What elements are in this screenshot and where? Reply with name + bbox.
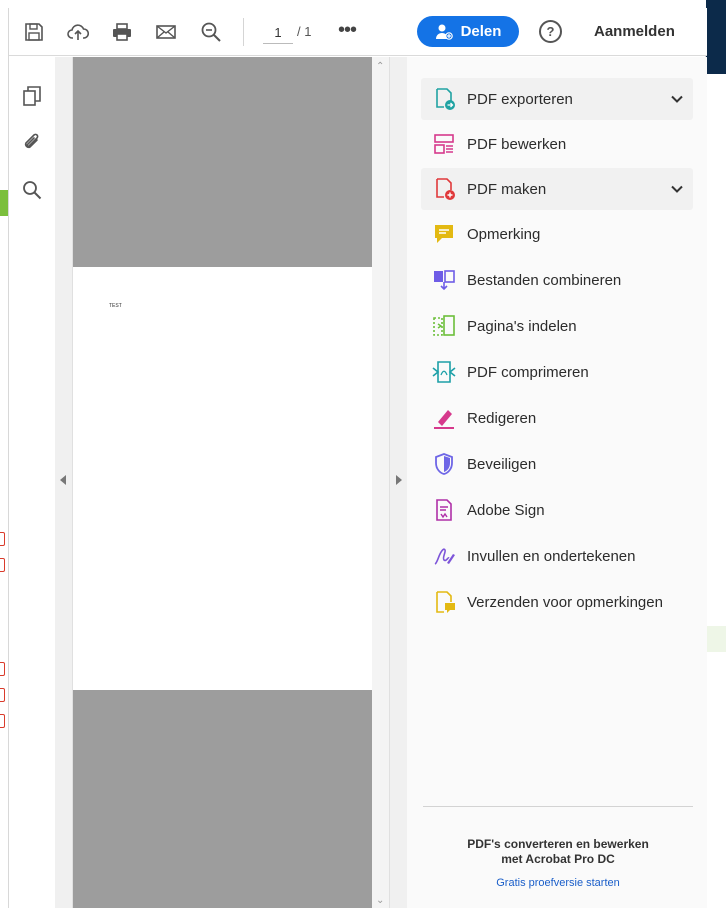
tool-item[interactable]: Adobe Sign (421, 489, 693, 531)
tool-label: Pagina's indelen (467, 317, 577, 335)
page-total: / 1 (297, 24, 312, 39)
help-icon[interactable]: ? (539, 20, 562, 43)
page-number-input[interactable] (263, 22, 293, 44)
tool-item[interactable]: Pagina's indelen (421, 305, 693, 347)
collapse-left-panel[interactable] (55, 57, 73, 908)
page-gap-top (73, 57, 372, 267)
chevron-right-icon[interactable] (396, 475, 402, 485)
pdf-page[interactable]: TEST (73, 267, 372, 690)
comment-icon (431, 221, 457, 247)
pages-icon[interactable] (19, 83, 45, 109)
promo-line-2: met Acrobat Pro DC (501, 852, 615, 866)
tool-item[interactable]: PDF maken (421, 168, 693, 210)
tool-item[interactable]: Invullen en ondertekenen (421, 535, 693, 577)
tool-label: PDF maken (467, 180, 547, 198)
sign-in-button[interactable]: Aanmelden (594, 23, 675, 40)
attachment-icon[interactable] (19, 129, 45, 155)
tool-item[interactable]: Bestanden combineren (421, 259, 693, 301)
combine-files-icon (431, 267, 457, 293)
background-highlight-row (706, 626, 726, 652)
tool-item[interactable]: Beveiligen (421, 443, 693, 485)
print-icon[interactable] (109, 20, 135, 44)
background-pdf-icon (0, 714, 5, 728)
chevron-left-icon[interactable] (60, 475, 66, 485)
page-canvas[interactable]: TEST (73, 57, 372, 908)
background-pdf-icon (0, 662, 5, 676)
protect-shield-icon (431, 451, 457, 477)
page-text: TEST (109, 303, 122, 309)
tool-item[interactable]: Opmerking (421, 213, 693, 255)
pdf-create-icon (431, 176, 457, 202)
tool-label: PDF comprimeren (467, 363, 589, 381)
compress-pdf-icon (431, 359, 457, 385)
scroll-up-icon[interactable]: ⌃ (376, 61, 384, 72)
toolbar-separator (243, 18, 244, 46)
tool-label: Invullen en ondertekenen (467, 547, 636, 565)
tool-label: Verzenden voor opmerkingen (467, 593, 663, 611)
save-icon[interactable] (21, 20, 47, 44)
tools-panel: PDF exporteren PDF bewerken PDF maken Opmer… (407, 57, 707, 908)
chevron-down-icon[interactable] (669, 181, 685, 197)
more-options-button[interactable]: ••• (335, 20, 359, 44)
mail-icon[interactable] (153, 20, 179, 44)
send-for-comments-icon (431, 589, 457, 615)
search-icon[interactable] (19, 177, 45, 203)
add-user-icon (435, 24, 453, 40)
tool-label: PDF bewerken (467, 135, 567, 153)
tool-label: Redigeren (467, 409, 537, 427)
panel-divider (423, 806, 693, 807)
share-button[interactable]: Delen (417, 16, 519, 47)
tool-label: Adobe Sign (467, 501, 545, 519)
organize-pages-icon (431, 313, 457, 339)
background-green-tab (0, 190, 8, 216)
page-gap-bottom (73, 690, 372, 908)
tool-item[interactable]: PDF exporteren (421, 78, 693, 120)
tool-item[interactable]: PDF comprimeren (421, 351, 693, 393)
tool-item[interactable]: PDF bewerken (421, 123, 693, 165)
background-topbar (706, 0, 726, 74)
tool-item[interactable]: Redigeren (421, 397, 693, 439)
promo-text: PDF's converteren en bewerken met Acroba… (423, 837, 693, 867)
zoom-out-icon[interactable] (198, 20, 224, 44)
background-pdf-icon (0, 688, 5, 702)
fill-sign-icon (431, 543, 457, 569)
upload-cloud-icon[interactable] (65, 20, 91, 44)
tool-label: PDF exporteren (467, 90, 573, 108)
document-view: TEST ⌃ ⌄ (55, 57, 407, 908)
tool-label: Beveiligen (467, 455, 537, 473)
tool-label: Bestanden combineren (467, 271, 622, 289)
background-page-right (706, 74, 726, 908)
promo-line-1: PDF's converteren en bewerken (467, 837, 649, 851)
free-trial-link[interactable]: Gratis proefversie starten (423, 877, 693, 889)
screen: / 1 ••• Delen ? Aanmelden (0, 0, 726, 908)
redact-icon (431, 405, 457, 431)
tool-item[interactable]: Verzenden voor opmerkingen (421, 581, 693, 623)
chevron-down-icon[interactable] (669, 91, 685, 107)
collapse-right-panel[interactable] (389, 57, 407, 908)
tool-label: Opmerking (467, 225, 541, 243)
adobe-sign-icon (431, 497, 457, 523)
scroll-down-icon[interactable]: ⌄ (376, 895, 384, 906)
left-rail (9, 57, 55, 908)
share-label: Delen (460, 23, 502, 40)
pdf-export-icon (431, 86, 457, 112)
background-pdf-icon (0, 558, 5, 572)
pdf-edit-icon (431, 131, 457, 157)
background-pdf-icon (0, 532, 5, 546)
toolbar: / 1 ••• Delen ? Aanmelden (9, 8, 707, 56)
vertical-scrollbar[interactable]: ⌃ ⌄ (372, 57, 389, 908)
acrobat-window: / 1 ••• Delen ? Aanmelden (8, 8, 707, 908)
